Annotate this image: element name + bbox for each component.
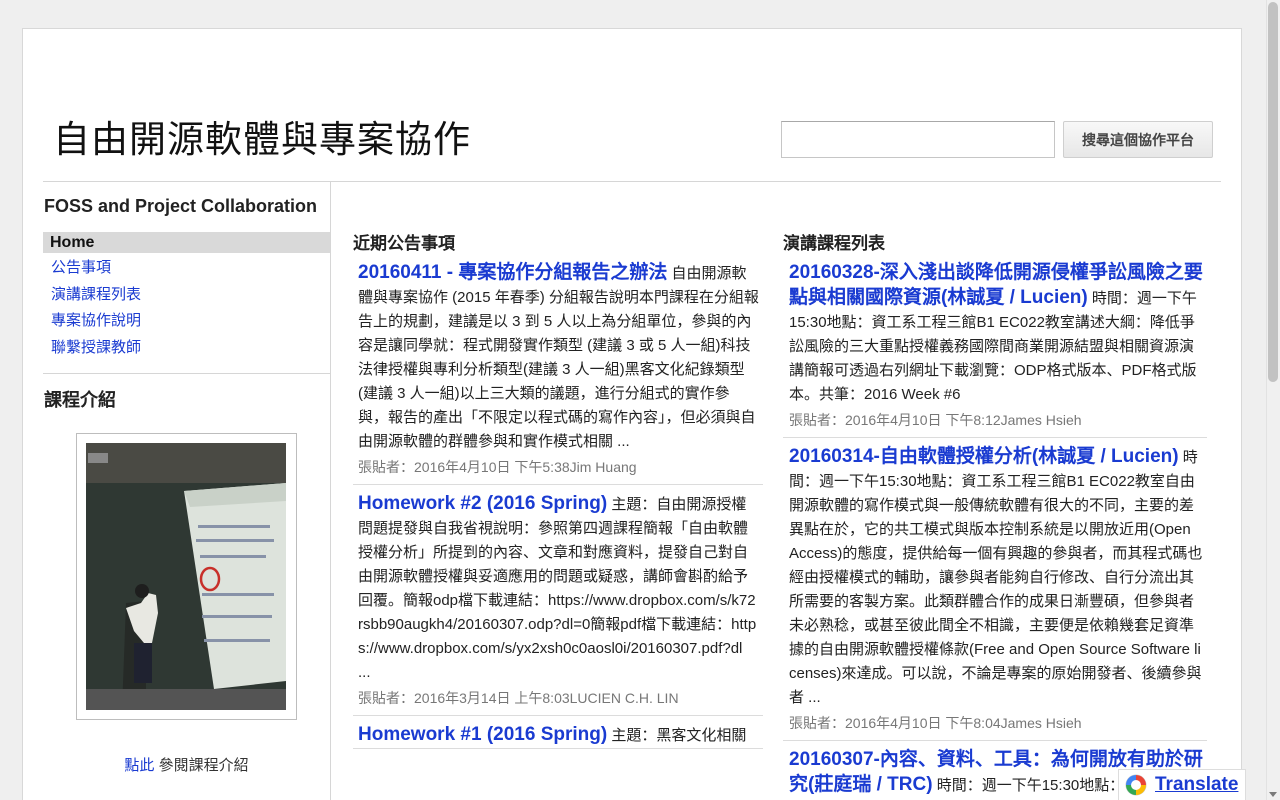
post-body: 20160411 - 專案協作分組報告之辦法 自由開源軟體與專案協作 (2015… (358, 261, 759, 454)
sidebar-item-contact[interactable]: 聯繫授課教師 (43, 335, 330, 362)
post-body: Homework #1 (2016 Spring) 主題：黑客文化相關 (358, 723, 759, 748)
post-title-link[interactable]: 20160411 - 專案協作分組報告之辦法 (358, 262, 667, 283)
announcement-post: Homework #2 (2016 Spring) 主題：自由開源授權問題提發與… (353, 492, 763, 716)
post-summary: 主題：黑客文化相關 (607, 727, 747, 744)
scrollbar-thumb[interactable] (1268, 2, 1278, 382)
lectures-column: 演講課程列表 20160328-深入淺出談降低開源侵權爭訟風險之要點與相關國際資… (783, 229, 1207, 800)
post-summary: 時間：週一下午15:30地點：資工系工程三館B1 EC022教室自由開源軟體的寫… (789, 449, 1203, 706)
sidebar: FOSS and Project Collaboration Home 公告事項… (43, 182, 331, 800)
post-body: Homework #2 (2016 Spring) 主題：自由開源授權問題提發與… (358, 492, 759, 685)
lectures-heading: 演講課程列表 (783, 234, 885, 253)
scroll-down-arrow-icon[interactable] (1269, 792, 1277, 797)
sidebar-heading: FOSS and Project Collaboration (44, 196, 318, 216)
course-intro-link-line: 點此 參閱課程介紹 (43, 754, 330, 775)
announcements-heading: 近期公告事項 (353, 234, 455, 253)
post-meta: 張貼者：2016年4月10日 下午5:38Jim Huang (358, 459, 637, 475)
post-title-link[interactable]: Homework #1 (2016 Spring) (358, 724, 607, 745)
post-meta: 張貼者：2016年3月14日 上午8:03LUCIEN C.H. LIN (358, 690, 679, 706)
course-intro-link-suffix: 參閱課程介紹 (154, 757, 249, 774)
announcements-column: 近期公告事項 20160411 - 專案協作分組報告之辦法 自由開源軟體與專案協… (353, 229, 763, 756)
post-summary: 主題：自由開源授權問題提發與自我省視說明：參照第四週課程簡報「自由軟體授權分析」… (358, 496, 757, 681)
lecture-post: 20160314-自由軟體授權分析(林誠夏 / Lucien) 時間：週一下午1… (783, 445, 1207, 741)
course-intro-heading: 課程介紹 (44, 390, 116, 410)
post-body: 20160314-自由軟體授權分析(林誠夏 / Lucien) 時間：週一下午1… (789, 445, 1203, 710)
sidebar-item-announcements[interactable]: 公告事項 (43, 255, 330, 282)
announcement-post: 20160411 - 專案協作分組報告之辦法 自由開源軟體與專案協作 (2015… (353, 261, 763, 485)
course-intro-link[interactable]: 點此 (124, 757, 154, 774)
google-translate-icon (1125, 774, 1147, 796)
page-scrollbar[interactable] (1266, 0, 1280, 800)
search-input[interactable] (781, 121, 1055, 158)
course-photo-frame[interactable] (76, 433, 297, 720)
post-meta: 張貼者：2016年4月10日 下午8:12James Hsieh (789, 412, 1082, 428)
post-body: 20160328-深入淺出談降低開源侵權爭訟風險之要點與相關國際資源(林誠夏 /… (789, 261, 1203, 407)
announcement-post: Homework #1 (2016 Spring) 主題：黑客文化相關 (353, 723, 763, 749)
post-meta: 張貼者：2016年4月10日 下午8:04James Hsieh (789, 715, 1082, 731)
sidebar-item-home[interactable]: Home (43, 232, 330, 253)
sidebar-divider (43, 373, 330, 374)
translate-link[interactable]: Translate (1155, 774, 1238, 796)
site-page: 自由開源軟體與專案協作 搜尋這個協作平台 FOSS and Project Co… (22, 28, 1242, 800)
search-button[interactable]: 搜尋這個協作平台 (1063, 121, 1213, 158)
post-summary: 自由開源軟體與專案協作 (2015 年春季) 分組報告說明本門課程在分組報告上的… (358, 265, 759, 450)
post-title-link[interactable]: 20160314-自由軟體授權分析(林誠夏 / Lucien) (789, 446, 1179, 467)
course-photo[interactable] (86, 443, 286, 710)
site-title: 自由開源軟體與專案協作 (53, 118, 471, 161)
sidebar-item-lectures[interactable]: 演講課程列表 (43, 282, 330, 309)
sidebar-nav: Home 公告事項 演講課程列表 專案協作說明 聯繫授課教師 (43, 232, 330, 361)
lecture-post: 20160328-深入淺出談降低開源侵權爭訟風險之要點與相關國際資源(林誠夏 /… (783, 261, 1207, 438)
post-title-link[interactable]: Homework #2 (2016 Spring) (358, 493, 607, 514)
sidebar-item-project-guide[interactable]: 專案協作說明 (43, 308, 330, 335)
translate-widget[interactable]: Translate (1118, 769, 1246, 800)
